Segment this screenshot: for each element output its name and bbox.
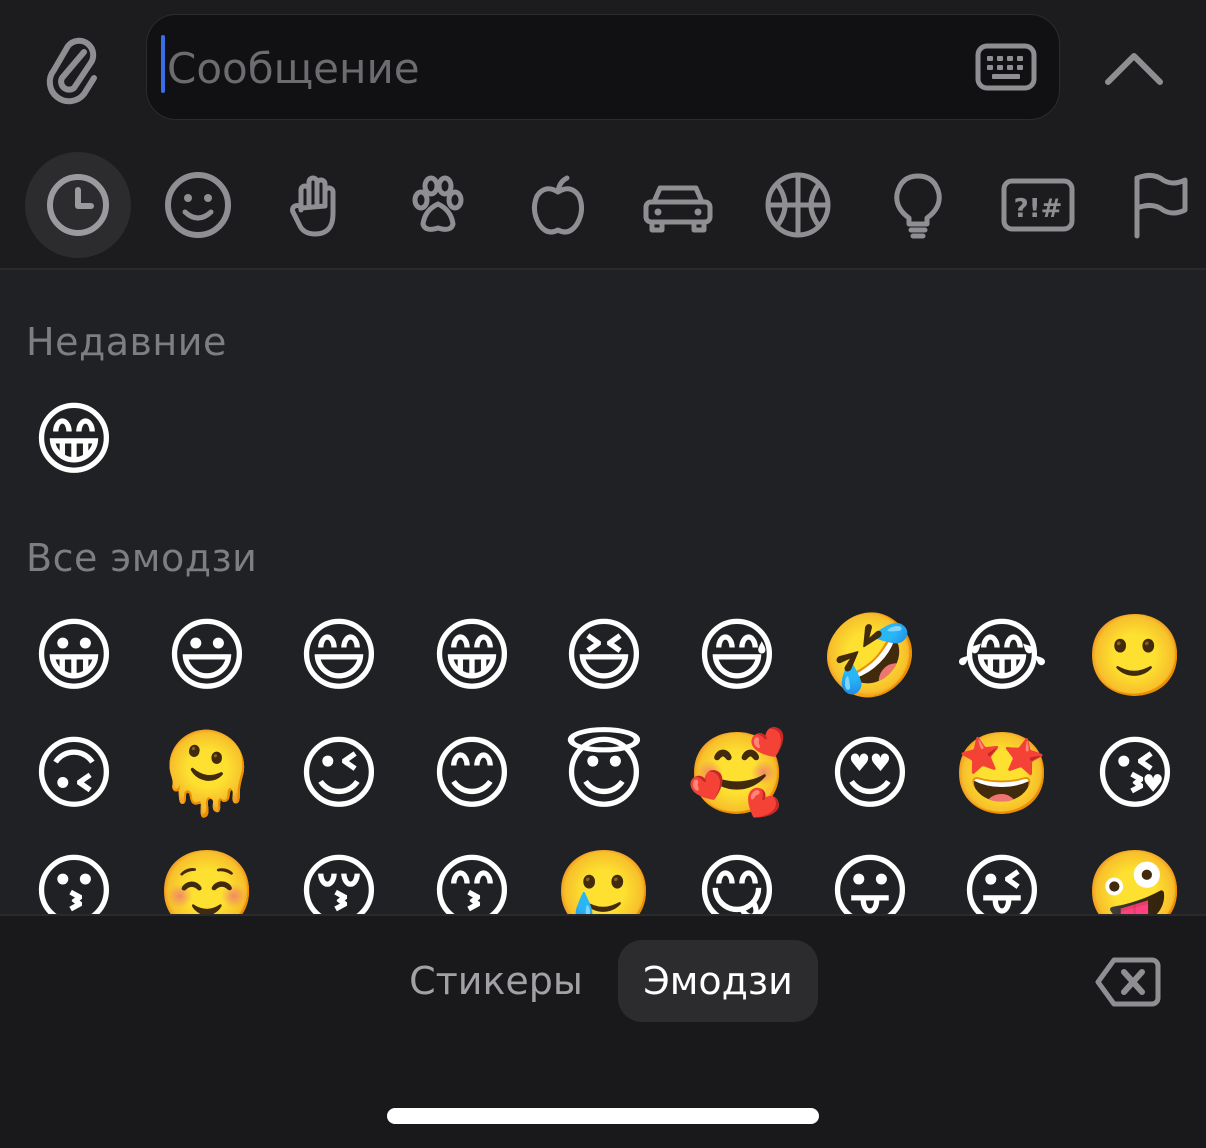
svg-text:?!#: ?!# (1014, 194, 1063, 224)
category-travel[interactable] (625, 152, 731, 258)
emoji-item[interactable]: 😗 (24, 842, 124, 914)
category-animals[interactable] (385, 152, 491, 258)
category-food[interactable] (505, 152, 611, 258)
clock-icon (47, 174, 109, 236)
paw-icon (412, 175, 464, 232)
symbols-icon: ?!# (1001, 178, 1075, 232)
emoji-item[interactable]: 😊 (422, 724, 522, 824)
emoji-item[interactable]: 😋 (687, 842, 787, 914)
smiley-icon (165, 172, 231, 238)
car-icon (643, 185, 713, 233)
emoji-item[interactable]: 🥲 (554, 842, 654, 914)
emoji-item[interactable]: 😉 (289, 724, 389, 824)
collapse-button[interactable] (1098, 38, 1170, 98)
message-field[interactable] (146, 14, 1060, 120)
emoji-item[interactable]: 🙃 (24, 724, 124, 824)
emoji-item[interactable]: 😚 (289, 842, 389, 914)
keyboard-icon (975, 43, 1037, 91)
emoji-item[interactable]: ☺️ (157, 842, 257, 914)
emoji-item[interactable]: 😍 (820, 724, 920, 824)
recent-section-title: Недавние (26, 320, 227, 364)
emoji-item[interactable]: 😀 (24, 606, 124, 706)
all-emoji-section-title: Все эмодзи (26, 536, 258, 580)
category-people[interactable] (265, 152, 371, 258)
category-smileys[interactable] (145, 152, 251, 258)
emoji-panel: Недавние 😁 Все эмодзи 😀 😃 😄 😁 😆 😅 🤣 😂 🙂 🙃 🫠 😉 😊 😇 🥰 😍 🤩 😘… (0, 270, 1206, 914)
message-input[interactable] (165, 23, 949, 113)
emoji-item[interactable]: 😁 (422, 606, 522, 706)
emoji-item[interactable]: 🥰 (687, 724, 787, 824)
emoji-item[interactable]: 😆 (554, 606, 654, 706)
keyboard-toggle-button[interactable] (975, 43, 1037, 91)
emoji-item[interactable]: 🫠 (157, 724, 257, 824)
hand-icon (290, 175, 336, 237)
category-recent[interactable] (25, 152, 131, 258)
message-input-bar (0, 0, 1206, 140)
tab-emoji[interactable]: Эмодзи (618, 940, 818, 1022)
emoji-item[interactable]: 😄 (289, 606, 389, 706)
backspace-icon (1095, 957, 1161, 1007)
emoji-item[interactable]: 😇 (554, 724, 654, 824)
chevron-up-icon (1105, 53, 1163, 85)
emoji-item[interactable]: 🙂 (1085, 606, 1185, 706)
category-activities[interactable] (745, 152, 851, 258)
category-flags[interactable] (1105, 152, 1206, 258)
attach-button[interactable] (40, 30, 104, 106)
lightbulb-icon (894, 173, 942, 239)
emoji-recent-1[interactable]: 😁 (24, 390, 124, 490)
tab-stickers[interactable]: Стикеры (396, 940, 596, 1022)
home-indicator (387, 1108, 819, 1124)
category-symbols[interactable]: ?!# (985, 152, 1091, 258)
basketball-icon (765, 172, 831, 238)
backspace-button[interactable] (1094, 954, 1162, 1010)
emoji-item[interactable]: 😃 (157, 606, 257, 706)
category-objects[interactable] (865, 152, 971, 258)
apple-icon (531, 175, 585, 235)
emoji-item[interactable]: 😙 (422, 842, 522, 914)
emoji-category-bar: ?!# (0, 140, 1206, 268)
flag-icon (1134, 172, 1188, 239)
emoji-item[interactable]: 😅 (687, 606, 787, 706)
paperclip-icon (46, 37, 97, 105)
emoji-item[interactable]: 🤣 (820, 606, 920, 706)
emoji-item[interactable]: 😘 (1085, 724, 1185, 824)
emoji-item[interactable]: 😜 (952, 842, 1052, 914)
emoji-item[interactable]: 🤩 (952, 724, 1052, 824)
emoji-item[interactable]: 😂 (952, 606, 1052, 706)
emoji-item[interactable]: 😛 (820, 842, 920, 914)
emoji-item[interactable]: 🤪 (1085, 842, 1185, 914)
